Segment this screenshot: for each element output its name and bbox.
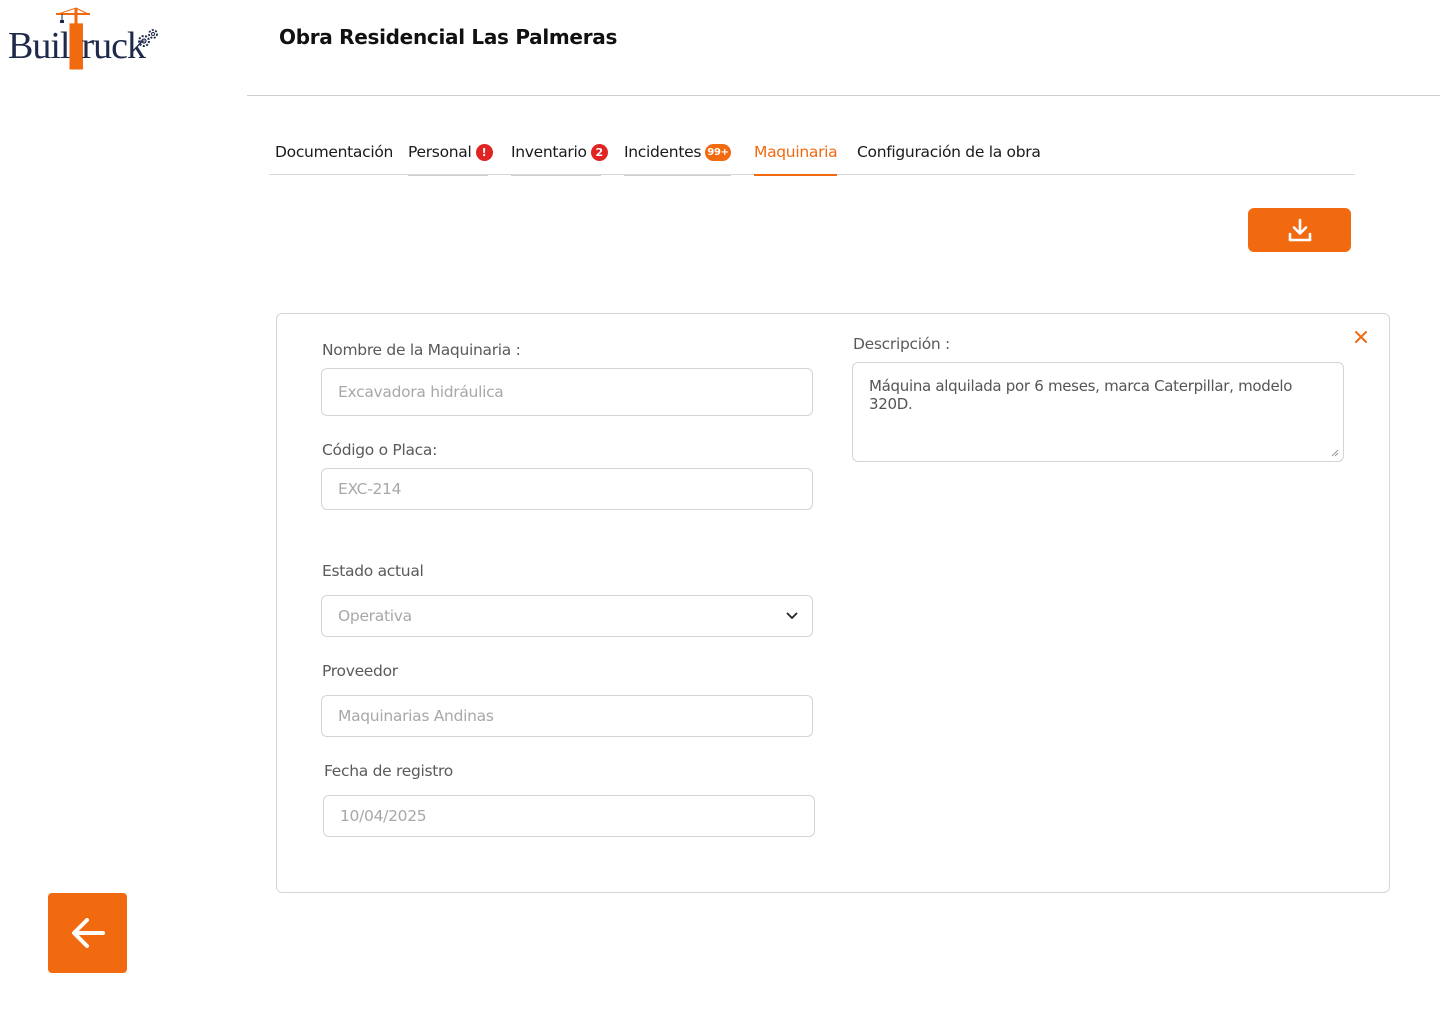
supplier-label: Proveedor <box>322 662 398 680</box>
date-input[interactable]: 10/04/2025 <box>323 795 815 837</box>
resize-handle-icon[interactable] <box>1331 449 1339 457</box>
arrow-left-icon <box>71 918 105 948</box>
tab-incidentes[interactable]: Incidentes 99+ <box>624 140 731 176</box>
machine-name-value: Excavadora hidráulica <box>338 383 504 401</box>
tab-label: Inventario <box>511 143 587 161</box>
back-button[interactable] <box>48 893 127 973</box>
machine-name-label: Nombre de la Maquinaria : <box>322 341 521 359</box>
tab-configuracion[interactable]: Configuración de la obra <box>857 140 1041 175</box>
chevron-down-icon <box>786 612 798 619</box>
tab-label: Documentación <box>275 143 394 161</box>
tab-inventario[interactable]: Inventario 2 <box>511 140 608 176</box>
description-value: Máquina alquilada por 6 meses, marca Cat… <box>869 377 1293 413</box>
tab-maquinaria[interactable]: Maquinaria <box>754 140 838 176</box>
description-textarea[interactable]: Máquina alquilada por 6 meses, marca Cat… <box>852 362 1344 462</box>
brand-name: Buil▌ruck <box>8 25 146 67</box>
close-button[interactable] <box>1352 328 1370 346</box>
tab-label: Maquinaria <box>754 143 838 161</box>
count-badge: 2 <box>590 144 608 161</box>
tab-documentacion[interactable]: Documentación <box>275 140 393 175</box>
close-icon <box>1355 331 1367 343</box>
tab-label: Incidentes <box>624 143 702 161</box>
machine-code-value: EXC-214 <box>338 480 402 498</box>
download-button[interactable] <box>1248 208 1351 252</box>
tab-personal[interactable]: Personal ! <box>408 140 493 176</box>
header-divider <box>247 95 1440 96</box>
date-label: Fecha de registro <box>324 762 453 780</box>
tab-label: Personal <box>408 143 472 161</box>
download-icon <box>1288 218 1311 242</box>
brand-logo: Buil▌ruck <box>8 6 168 68</box>
date-value: 10/04/2025 <box>340 807 427 825</box>
alert-badge: ! <box>475 144 493 161</box>
status-label: Estado actual <box>322 562 424 580</box>
status-select[interactable]: Operativa <box>321 595 813 637</box>
tab-bar: Documentación Personal ! Inventario 2 In… <box>269 140 1355 176</box>
count-badge: 99+ <box>705 144 731 161</box>
supplier-input[interactable]: Maquinarias Andinas <box>321 695 813 737</box>
status-value: Operativa <box>338 607 412 625</box>
machine-code-input[interactable]: EXC-214 <box>321 468 813 510</box>
description-label: Descripción : <box>853 335 950 353</box>
tab-label: Configuración de la obra <box>857 143 1041 161</box>
gears-icon <box>138 29 158 47</box>
machine-code-label: Código o Placa: <box>322 441 438 459</box>
machine-name-input[interactable]: Excavadora hidráulica <box>321 368 813 416</box>
supplier-value: Maquinarias Andinas <box>338 707 494 725</box>
page-title: Obra Residencial Las Palmeras <box>279 25 618 49</box>
